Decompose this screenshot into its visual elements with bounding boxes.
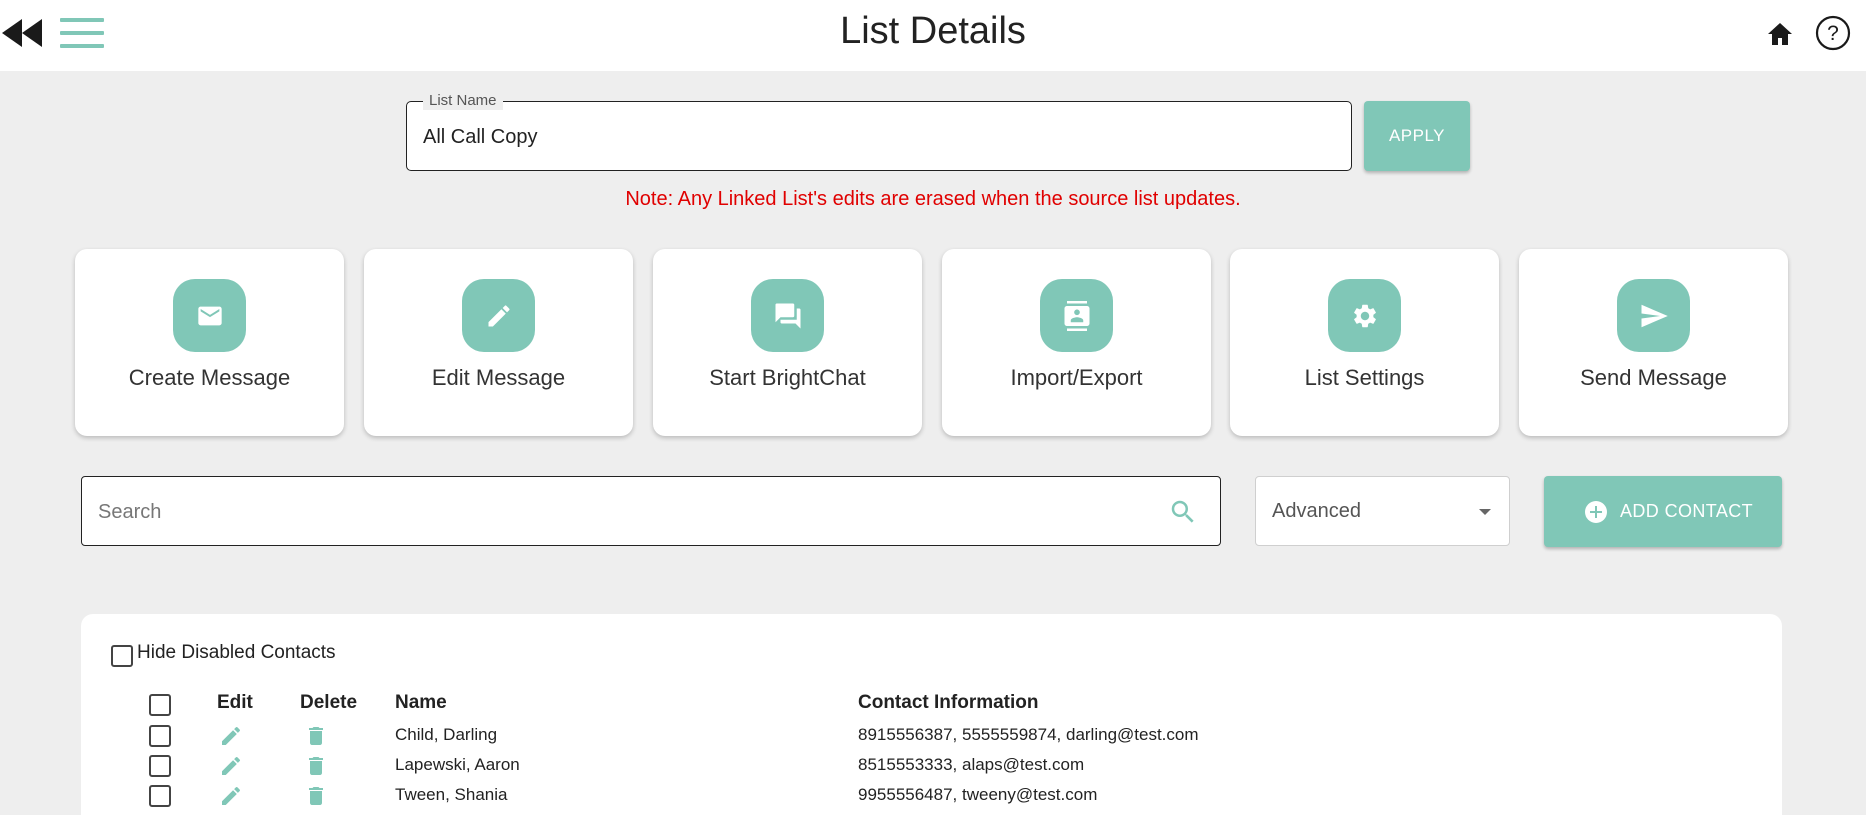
home-icon[interactable] [1764,18,1796,50]
contacts-panel: Hide Disabled Contacts Edit Delete Name … [81,614,1782,815]
contact-name: Lapewski, Aaron [395,755,520,774]
add-contact-button[interactable]: ADD CONTACT [1544,476,1782,547]
list-settings-card[interactable]: List Settings [1230,249,1499,436]
list-name-label: List Name [423,92,503,110]
select-all-checkbox[interactable] [149,694,171,716]
contact-info: 8915556387, 5555559874, darling@test.com [858,725,1199,744]
card-label: Send Message [1580,365,1727,390]
advanced-select-value: Advanced [1272,500,1361,522]
import-export-card[interactable]: Import/Export [942,249,1211,436]
top-bar: List Details ? [0,0,1866,71]
page-title: List Details [840,10,1026,52]
column-header-name: Name [395,692,447,713]
gear-icon [1328,279,1401,352]
hide-disabled-label: Hide Disabled Contacts [137,642,336,663]
pencil-icon[interactable] [219,724,243,748]
column-header-contact-info: Contact Information [858,692,1039,713]
linked-list-note: Note: Any Linked List's edits are erased… [625,188,1241,210]
create-message-card[interactable]: Create Message [75,249,344,436]
hide-disabled-checkbox[interactable] [111,645,133,667]
list-name-input[interactable] [423,122,1323,152]
trash-icon[interactable] [304,754,328,778]
trash-icon[interactable] [304,784,328,808]
caret-down-icon [1479,509,1491,515]
edit-message-card[interactable]: Edit Message [364,249,633,436]
column-header-edit: Edit [217,692,253,713]
contact-name: Child, Darling [395,725,498,744]
apply-button[interactable]: APPLY [1364,101,1470,171]
start-brightchat-card[interactable]: Start BrightChat [653,249,922,436]
pencil-icon[interactable] [219,784,243,808]
column-header-delete: Delete [300,692,358,713]
card-label: Edit Message [431,365,566,390]
card-label: Import/Export [1010,365,1143,390]
help-circle-icon[interactable]: ? [1814,14,1852,52]
row-checkbox[interactable] [149,755,171,777]
contact-card-icon [1040,279,1113,352]
list-name-field: List Name [406,92,1352,171]
add-contact-label: ADD CONTACT [1620,501,1754,521]
search-icon[interactable] [1168,497,1198,527]
card-label: Start BrightChat [709,365,866,390]
row-checkbox[interactable] [149,785,171,807]
pencil-icon [462,279,535,352]
advanced-select[interactable]: Advanced [1255,476,1510,546]
contact-info: 8515553333, alaps@test.com [858,755,1085,774]
send-message-card[interactable]: Send Message [1519,249,1788,436]
envelope-icon [173,279,246,352]
card-label: Create Message [128,365,291,390]
row-checkbox[interactable] [149,725,171,747]
plus-circle-icon [1585,501,1607,523]
chat-bubbles-icon [751,279,824,352]
card-label: List Settings [1304,365,1425,390]
trash-icon[interactable] [304,724,328,748]
contact-info: 9955556487, tweeny@test.com [858,785,1098,804]
svg-text:?: ? [1827,22,1839,45]
search-input[interactable] [98,497,1138,527]
pencil-icon[interactable] [219,754,243,778]
search-field [81,476,1221,546]
send-icon [1617,279,1690,352]
contact-name: Tween, Shania [395,785,508,804]
